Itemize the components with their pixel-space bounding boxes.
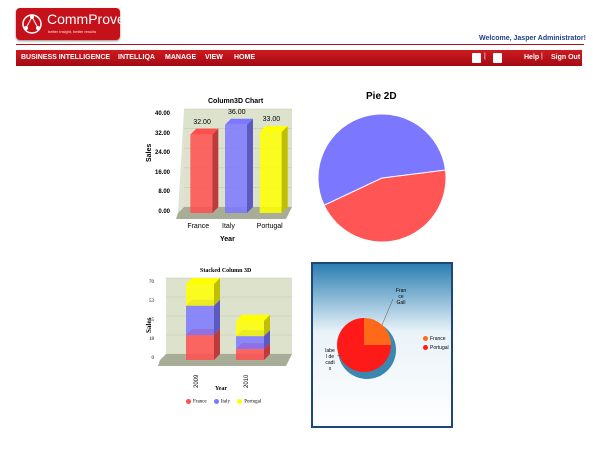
- header-divider: [16, 44, 584, 45]
- network-logo-icon: [22, 14, 42, 34]
- chart-legend: France Italy Portugal: [180, 399, 261, 405]
- x-axis-label: Year: [220, 236, 235, 243]
- slice-label-france: Fran ce Gall: [392, 288, 410, 306]
- y-tick-label: 18: [149, 337, 154, 342]
- bar-italy: [225, 124, 247, 213]
- y-tick-label: 8.00: [158, 189, 170, 196]
- label-text: labe l de cadi x: [325, 348, 335, 372]
- nav-intelliqa[interactable]: INTELLIQA: [118, 54, 155, 61]
- bar-2009-france: [186, 335, 214, 360]
- bar-france: [190, 134, 213, 213]
- x-tick-label: 2010: [244, 374, 250, 388]
- chart-title: Stacked Column 3D: [200, 268, 252, 274]
- bar-2009-italy-top: [186, 299, 220, 306]
- legend-france: France: [193, 399, 207, 405]
- bar-2010-italy-top: [236, 330, 270, 337]
- plot-floor: [176, 207, 292, 219]
- x-tick-label: Portugal: [256, 223, 283, 230]
- bar-portugal: [259, 132, 282, 213]
- x-tick-label: Italy: [222, 223, 235, 230]
- nav-manage[interactable]: MANAGE: [165, 54, 196, 61]
- legend-entry: France: [423, 335, 449, 344]
- y-tick-label: 32.00: [154, 130, 170, 137]
- x-tick-label: France: [187, 223, 210, 230]
- pie-panel: Fran ce Gall labe l de cadi x France Por…: [311, 262, 453, 428]
- label-text: Fran ce Gall: [395, 288, 407, 306]
- legend-swatch: [213, 399, 219, 404]
- panel-legend: France Portugal: [423, 335, 449, 353]
- slice-label-portugal: labe l de cadi x: [323, 348, 337, 372]
- bar-2009-italy-side: [214, 299, 220, 336]
- main-nav: BUSINESS INTELLIGENCE INTELLIQA MANAGE V…: [16, 50, 582, 66]
- logo-tagline: better insight, better results: [48, 29, 97, 34]
- chart-title: Pie 2D: [366, 91, 397, 102]
- data-label: 33.00: [262, 116, 281, 124]
- bar-2009-italy: [186, 305, 214, 336]
- legend-swatch: [186, 399, 191, 404]
- pie2d-plot: [317, 113, 447, 243]
- help-link[interactable]: Help: [524, 54, 539, 61]
- bar-italy-top: [225, 118, 253, 125]
- bar-portugal-top: [259, 126, 288, 133]
- legend-swatch: [423, 345, 428, 351]
- bar-2010-portugal-side: [264, 314, 270, 337]
- y-tick-label: 40.00: [154, 111, 170, 117]
- welcome-message: Welcome, Jasper Administrator!: [479, 35, 586, 42]
- bar-france-top: [190, 128, 219, 135]
- bar-2009-portugal: [186, 284, 214, 306]
- nav-home[interactable]: HOME: [234, 54, 255, 61]
- legend-entry: Portugal: [423, 344, 449, 353]
- legend-portugal: Portugal: [244, 399, 262, 405]
- bar-france-side: [212, 128, 219, 213]
- bar-2009-portugal-top: [186, 278, 220, 284]
- bar-italy-side: [247, 118, 253, 213]
- legend-france: France: [430, 336, 446, 342]
- chart-title: Column3D Chart: [208, 98, 264, 105]
- legend-portugal: Portugal: [430, 345, 449, 351]
- y-tick-label: 16.00: [154, 169, 170, 176]
- nav-business-intelligence[interactable]: BUSINESS INTELLIGENCE: [21, 54, 110, 61]
- pie-slice-1: [323, 169, 447, 243]
- bar-2010-italy: [236, 336, 264, 350]
- legend-swatch: [237, 399, 243, 404]
- bar-2010-portugal-top: [236, 314, 270, 321]
- commprove-logo: CommProve better insight, better results: [16, 8, 125, 40]
- report-icon[interactable]: [472, 53, 481, 63]
- pie-slice-france: [364, 318, 391, 345]
- legend-swatch: [423, 336, 428, 342]
- data-label: 36.00: [228, 108, 246, 116]
- plot-floor: [158, 354, 292, 366]
- y-tick-label: 24.00: [154, 150, 170, 157]
- bar-2009-france-top: [186, 329, 220, 336]
- plot-wall: [166, 278, 292, 354]
- bar-2009-france-side: [214, 329, 220, 360]
- nav-separator: |: [484, 53, 486, 60]
- y-tick-label: 0.00: [158, 209, 170, 215]
- legend-italy: Italy: [220, 399, 231, 405]
- x-tick-label: 2009: [194, 374, 200, 388]
- pie-slice-2: [317, 113, 447, 206]
- y-tick-label: 70: [149, 280, 154, 285]
- bar-2010-portugal: [236, 320, 264, 337]
- nav-view[interactable]: VIEW: [205, 54, 223, 61]
- signout-link[interactable]: Sign Out: [551, 54, 580, 61]
- bar-2010-france-top: [236, 343, 270, 350]
- bar-portugal-side: [281, 126, 288, 213]
- stacked-plot: [158, 277, 292, 366]
- y-tick-label: 35: [149, 318, 154, 323]
- y-tick-label: 53: [149, 299, 154, 304]
- logo-name: CommProve: [47, 11, 125, 27]
- bar-2010-france: [236, 349, 264, 360]
- x-axis-label: Year: [215, 386, 227, 392]
- nav-separator: |: [541, 53, 543, 60]
- column3d-plot: [176, 108, 292, 219]
- bar-2009-portugal-side: [214, 278, 220, 306]
- bar-2010-france-side: [264, 343, 270, 360]
- bar-2010-italy-side: [264, 330, 270, 350]
- y-tick-label: 0: [151, 356, 155, 361]
- document-icon[interactable]: [493, 53, 502, 63]
- data-label: 32.00: [193, 118, 211, 126]
